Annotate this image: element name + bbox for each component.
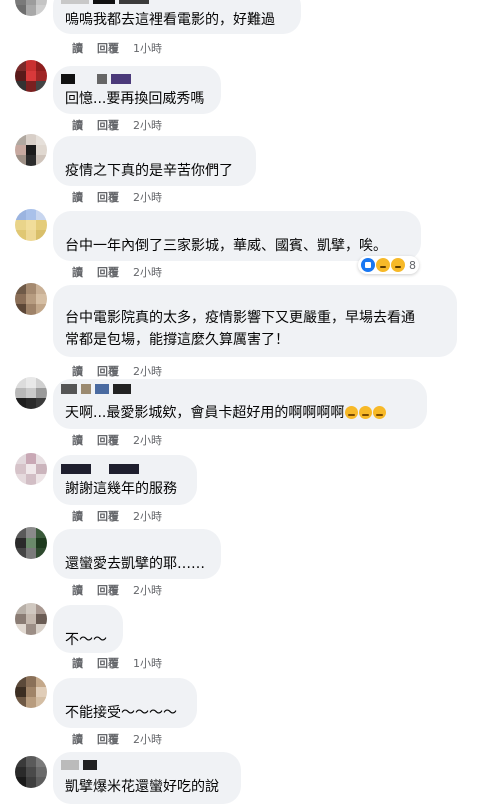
comment-actions: 讀 回覆 2小時	[72, 582, 162, 598]
comment-time[interactable]: 2小時	[133, 117, 162, 133]
read-link[interactable]: 讀	[72, 508, 83, 524]
comment-text-line-1: 台中電影院真的太多，疫情影響下又更嚴重，早場去看通	[65, 310, 415, 326]
redacted-author-name[interactable]	[61, 760, 97, 770]
comment-bubble: 不～～	[53, 605, 123, 653]
reply-link[interactable]: 回覆	[97, 117, 119, 133]
reply-link[interactable]: 回覆	[97, 655, 119, 671]
comment-time[interactable]: 2小時	[133, 363, 162, 379]
avatar[interactable]	[15, 134, 47, 166]
reply-link[interactable]: 回覆	[97, 731, 119, 747]
redacted-author-name[interactable]	[61, 74, 131, 84]
avatar[interactable]	[15, 283, 47, 315]
crying-face-emoji	[373, 406, 387, 419]
read-link[interactable]: 讀	[72, 363, 83, 379]
comment-text-line-2: 常都是包場，能撐這麼久算厲害了！	[65, 332, 289, 348]
comment-actions: 讀 回覆 2小時	[72, 363, 162, 379]
read-link[interactable]: 讀	[72, 40, 83, 56]
reply-link[interactable]: 回覆	[97, 432, 119, 448]
comment-actions: 讀 回覆 1小時	[72, 40, 162, 56]
wow-icon	[391, 258, 405, 272]
comment-text: 疫情之下真的是辛苦你們了	[65, 163, 233, 179]
reply-link[interactable]: 回覆	[97, 189, 119, 205]
comment-text-body: 天啊...最愛影城欸，會員卡超好用的啊啊啊啊	[65, 405, 345, 421]
sad-icon	[376, 258, 390, 272]
avatar[interactable]	[15, 676, 47, 708]
reply-link[interactable]: 回覆	[97, 264, 119, 280]
comment-actions: 讀 回覆 2小時	[72, 189, 162, 205]
comment-bubble: 不能接受～～～～	[53, 678, 197, 728]
comment-bubble: 嗚嗚我都去這裡看電影的，好難過	[53, 0, 301, 34]
comment-time[interactable]: 2小時	[133, 508, 162, 524]
avatar[interactable]	[15, 453, 47, 485]
avatar[interactable]	[15, 603, 47, 635]
avatar[interactable]	[15, 756, 47, 788]
read-link[interactable]: 讀	[72, 432, 83, 448]
comment-actions: 讀 回覆 2小時	[72, 264, 162, 280]
read-link[interactable]: 讀	[72, 655, 83, 671]
comment-text: 嗚嗚我都去這裡看電影的，好難過	[65, 12, 275, 28]
comment-bubble: 回憶...要再換回威秀嗎	[53, 66, 221, 114]
comment-actions: 讀 回覆 2小時	[72, 731, 162, 747]
comment-text: 台中一年內倒了三家影城，華威、國賓、凱擘，唉。	[65, 238, 387, 254]
avatar[interactable]	[15, 377, 47, 409]
crying-face-emoji	[345, 406, 359, 419]
comment-time[interactable]: 2小時	[133, 432, 162, 448]
comment-bubble: 疫情之下真的是辛苦你們了	[53, 136, 256, 186]
comment-actions: 讀 回覆 1小時	[72, 655, 162, 671]
redacted-author-name[interactable]	[61, 384, 131, 394]
comment-time[interactable]: 2小時	[133, 189, 162, 205]
comment-text: 凱擘爆米花還蠻好吃的說	[65, 779, 219, 795]
comment-bubble: 台中電影院真的太多，疫情影響下又更嚴重，早場去看通 常都是包場，能撐這麼久算厲害…	[53, 285, 457, 357]
read-link[interactable]: 讀	[72, 189, 83, 205]
redacted-author-name[interactable]	[61, 464, 139, 474]
comment-time[interactable]: 2小時	[133, 582, 162, 598]
comment-time[interactable]: 1小時	[133, 655, 162, 671]
comment-time[interactable]: 1小時	[133, 40, 162, 56]
reaction-summary[interactable]: 8	[358, 256, 419, 274]
reply-link[interactable]: 回覆	[97, 363, 119, 379]
read-link[interactable]: 讀	[72, 117, 83, 133]
like-icon	[361, 258, 375, 272]
comment-text: 天啊...最愛影城欸，會員卡超好用的啊啊啊啊	[65, 402, 387, 424]
comment-actions: 讀 回覆 2小時	[72, 508, 162, 524]
comment-bubble: 還蠻愛去凱擘的耶……	[53, 529, 221, 579]
read-link[interactable]: 讀	[72, 582, 83, 598]
reply-link[interactable]: 回覆	[97, 582, 119, 598]
comment-bubble: 天啊...最愛影城欸，會員卡超好用的啊啊啊啊	[53, 379, 427, 429]
comment-bubble: 謝謝這幾年的服務	[53, 455, 197, 505]
comment-actions: 讀 回覆 2小時	[72, 432, 162, 448]
comment-bubble: 台中一年內倒了三家影城，華威、國賓、凱擘，唉。	[53, 211, 421, 261]
comment-text: 不～～	[65, 632, 107, 648]
crying-face-emoji	[359, 406, 373, 419]
comment-text: 不能接受～～～～	[65, 705, 177, 721]
comment-bubble: 凱擘爆米花還蠻好吃的說	[53, 752, 241, 804]
avatar[interactable]	[15, 60, 47, 92]
comment-time[interactable]: 2小時	[133, 731, 162, 747]
reaction-count: 8	[409, 258, 416, 272]
comment-text: 還蠻愛去凱擘的耶……	[65, 556, 205, 572]
reply-link[interactable]: 回覆	[97, 508, 119, 524]
avatar[interactable]	[15, 0, 47, 16]
comment-actions: 讀 回覆 2小時	[72, 117, 162, 133]
read-link[interactable]: 讀	[72, 264, 83, 280]
read-link[interactable]: 讀	[72, 731, 83, 747]
reply-link[interactable]: 回覆	[97, 40, 119, 56]
comment-text: 謝謝這幾年的服務	[65, 481, 177, 497]
comment-time[interactable]: 2小時	[133, 264, 162, 280]
avatar[interactable]	[15, 209, 47, 241]
redacted-author-name[interactable]	[61, 0, 149, 4]
comment-text: 回憶...要再換回威秀嗎	[65, 91, 205, 107]
avatar[interactable]	[15, 527, 47, 559]
